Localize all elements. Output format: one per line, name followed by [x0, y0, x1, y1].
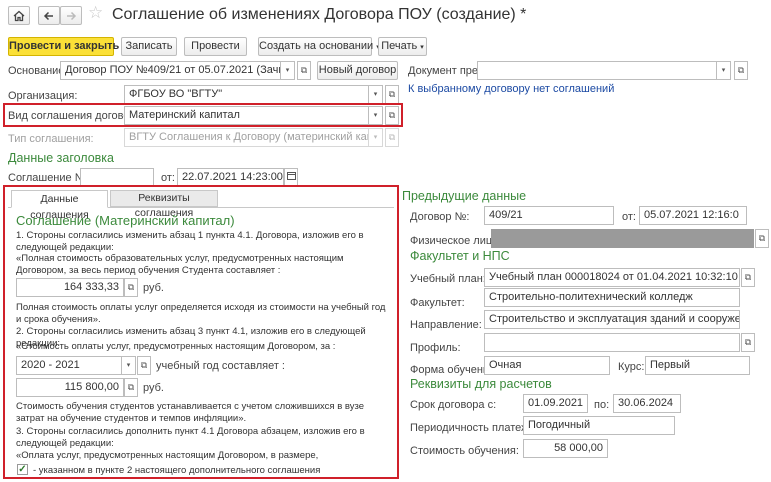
favorite-star-icon[interactable]: ☆ [88, 3, 103, 23]
print-label: Печать [381, 40, 418, 52]
type-dropdown-button: ▾ [369, 128, 383, 147]
academic-year-open-button[interactable]: ⧉ [137, 356, 151, 375]
kind-dropdown-button[interactable]: ▾ [369, 106, 383, 125]
type-field: ВГТУ Соглашения к Договору (материнский … [124, 128, 369, 147]
save-button[interactable]: Записать [121, 37, 177, 56]
direction-field: Строительство и эксплуатация зданий и со… [484, 310, 740, 329]
academic-year-suffix: учебный год составляет : [156, 360, 285, 372]
tab-agreement-data[interactable]: Данные соглашения [11, 190, 108, 221]
organization-field[interactable]: ФГБОУ ВО "ВГТУ" [124, 85, 369, 104]
total-cost-open-button[interactable]: ⧉ [124, 278, 138, 297]
term-to-field: 30.06.2024 [613, 394, 681, 413]
payment-checkbox[interactable]: ✓ [17, 464, 28, 475]
profile-label: Профиль: [410, 342, 461, 354]
plan-open-button[interactable]: ⧉ [741, 268, 755, 287]
type-open-button: ⧉ [385, 128, 399, 147]
organization-dropdown-button[interactable]: ▾ [369, 85, 383, 104]
term-to-label: по: [594, 399, 610, 411]
post-button[interactable]: Провести [184, 37, 247, 56]
basis-open-button[interactable]: ⧉ [297, 61, 311, 80]
agreement-title: Соглашение (Материнский капитал) [16, 213, 235, 228]
prev-contract-date-field: 05.07.2021 12:16:0 [639, 206, 747, 225]
year-cost-field[interactable]: 115 800,00 [16, 378, 124, 397]
person-label: Физическое лицо: [410, 235, 502, 247]
academic-year-field[interactable]: 2020 - 2021 [16, 356, 122, 375]
type-label: Тип соглашения: [8, 133, 94, 145]
term-from-label: Срок договора с: [410, 399, 497, 411]
year-cost-currency: руб. [143, 382, 164, 394]
faculty-field: Строительно-политехнический колледж [484, 288, 740, 307]
agreement-clause-2-text: «Стоимость оплаты услуг, предусмотренных… [16, 341, 336, 352]
faculty-label: Факультет: [410, 297, 465, 309]
agreement-clause-3-text: «Оплата услуг, предусмотренных настоящим… [16, 450, 319, 461]
profile-open-button[interactable]: ⧉ [741, 333, 755, 352]
faculty-heading: Факультет и НПС [410, 249, 510, 263]
plan-field: Учебный план 000018024 от 01.04.2021 10:… [484, 268, 740, 287]
tab-agreement-details[interactable]: Реквизиты соглашения [110, 190, 218, 219]
organization-open-button[interactable]: ⧉ [385, 85, 399, 104]
create-based-on-button[interactable]: Создать на основании ▾ [258, 37, 380, 56]
basis-label: Основание: [8, 65, 68, 77]
course-field: Первый [645, 356, 750, 375]
prev-contract-label: Договор №: [410, 211, 470, 223]
title-data-heading: Данные заголовка [8, 151, 114, 165]
cost-label: Стоимость обучения: [410, 445, 519, 457]
no-agreements-link[interactable]: К выбранному договору нет соглашений [408, 83, 614, 95]
basis-dropdown-button[interactable]: ▾ [281, 61, 295, 80]
academic-year-dropdown-button[interactable]: ▾ [122, 356, 136, 375]
agreement-clause-1-text: «Полная стоимость образовательных услуг,… [16, 253, 344, 276]
total-cost-currency: руб. [143, 282, 164, 294]
prev-doc-open-button[interactable]: ⧉ [734, 61, 748, 80]
back-button[interactable] [38, 6, 60, 25]
prev-doc-label: Документ пред: [408, 65, 488, 77]
kind-field[interactable]: Материнский капитал [124, 106, 369, 125]
agreement-clause-1-note: Полная стоимость оплаты услуг определяет… [16, 302, 386, 325]
course-label: Курс: [618, 361, 645, 373]
agreement-date-label: от: [161, 172, 175, 184]
organization-label: Организация: [8, 90, 78, 102]
term-from-field: 01.09.2021 [523, 394, 588, 413]
year-cost-open-button[interactable]: ⧉ [124, 378, 138, 397]
chevron-down-icon: ▾ [420, 44, 424, 51]
home-icon [13, 10, 25, 22]
person-open-button[interactable]: ⧉ [755, 229, 769, 248]
prev-doc-field[interactable] [477, 61, 717, 80]
period-field: Погодичный [523, 416, 675, 435]
kind-open-button[interactable]: ⧉ [385, 106, 399, 125]
study-form-field: Очная [484, 356, 610, 375]
agreement-clause-3: 3. Стороны согласились дополнить пункт 4… [16, 426, 365, 449]
create-based-on-label: Создать на основании [259, 40, 374, 52]
window-title: Соглашение об изменениях Договора ПОУ (с… [112, 6, 527, 23]
arrow-left-icon [43, 11, 53, 21]
arrow-right-icon [67, 11, 77, 21]
basis-field[interactable]: Договор ПОУ №409/21 от 05.07.2021 (Зачис… [60, 61, 281, 80]
prev-doc-dropdown-button[interactable]: ▾ [717, 61, 731, 80]
payment-heading: Реквизиты для расчетов [410, 377, 552, 391]
person-field [491, 229, 754, 248]
direction-label: Направление: [410, 319, 482, 331]
total-cost-field[interactable]: 164 333,33 [16, 278, 124, 297]
agreement-clause-1: 1. Стороны согласились изменить абзац 1 … [16, 230, 364, 253]
agreement-number-label: Соглашение №: [8, 172, 90, 184]
prev-contract-date-label: от: [622, 211, 636, 223]
profile-field [484, 333, 740, 352]
new-contract-button[interactable]: Новый договор [317, 61, 398, 80]
print-button[interactable]: Печать ▾ [378, 37, 427, 56]
previous-data-heading: Предыдущие данные [402, 189, 527, 203]
post-and-close-button[interactable]: Провести и закрыть [8, 37, 119, 56]
calendar-icon [286, 172, 296, 180]
agreement-clause-2-note: Стоимость обучения студентов устанавлива… [16, 401, 365, 424]
payment-checkbox-label: - указанном в пункте 2 настоящего дополн… [33, 465, 321, 476]
plan-label: Учебный план: [410, 273, 486, 285]
prev-contract-field: 409/21 [484, 206, 614, 225]
cost-field: 58 000,00 [523, 439, 608, 458]
home-button[interactable] [8, 6, 30, 25]
forward-button[interactable] [60, 6, 82, 25]
